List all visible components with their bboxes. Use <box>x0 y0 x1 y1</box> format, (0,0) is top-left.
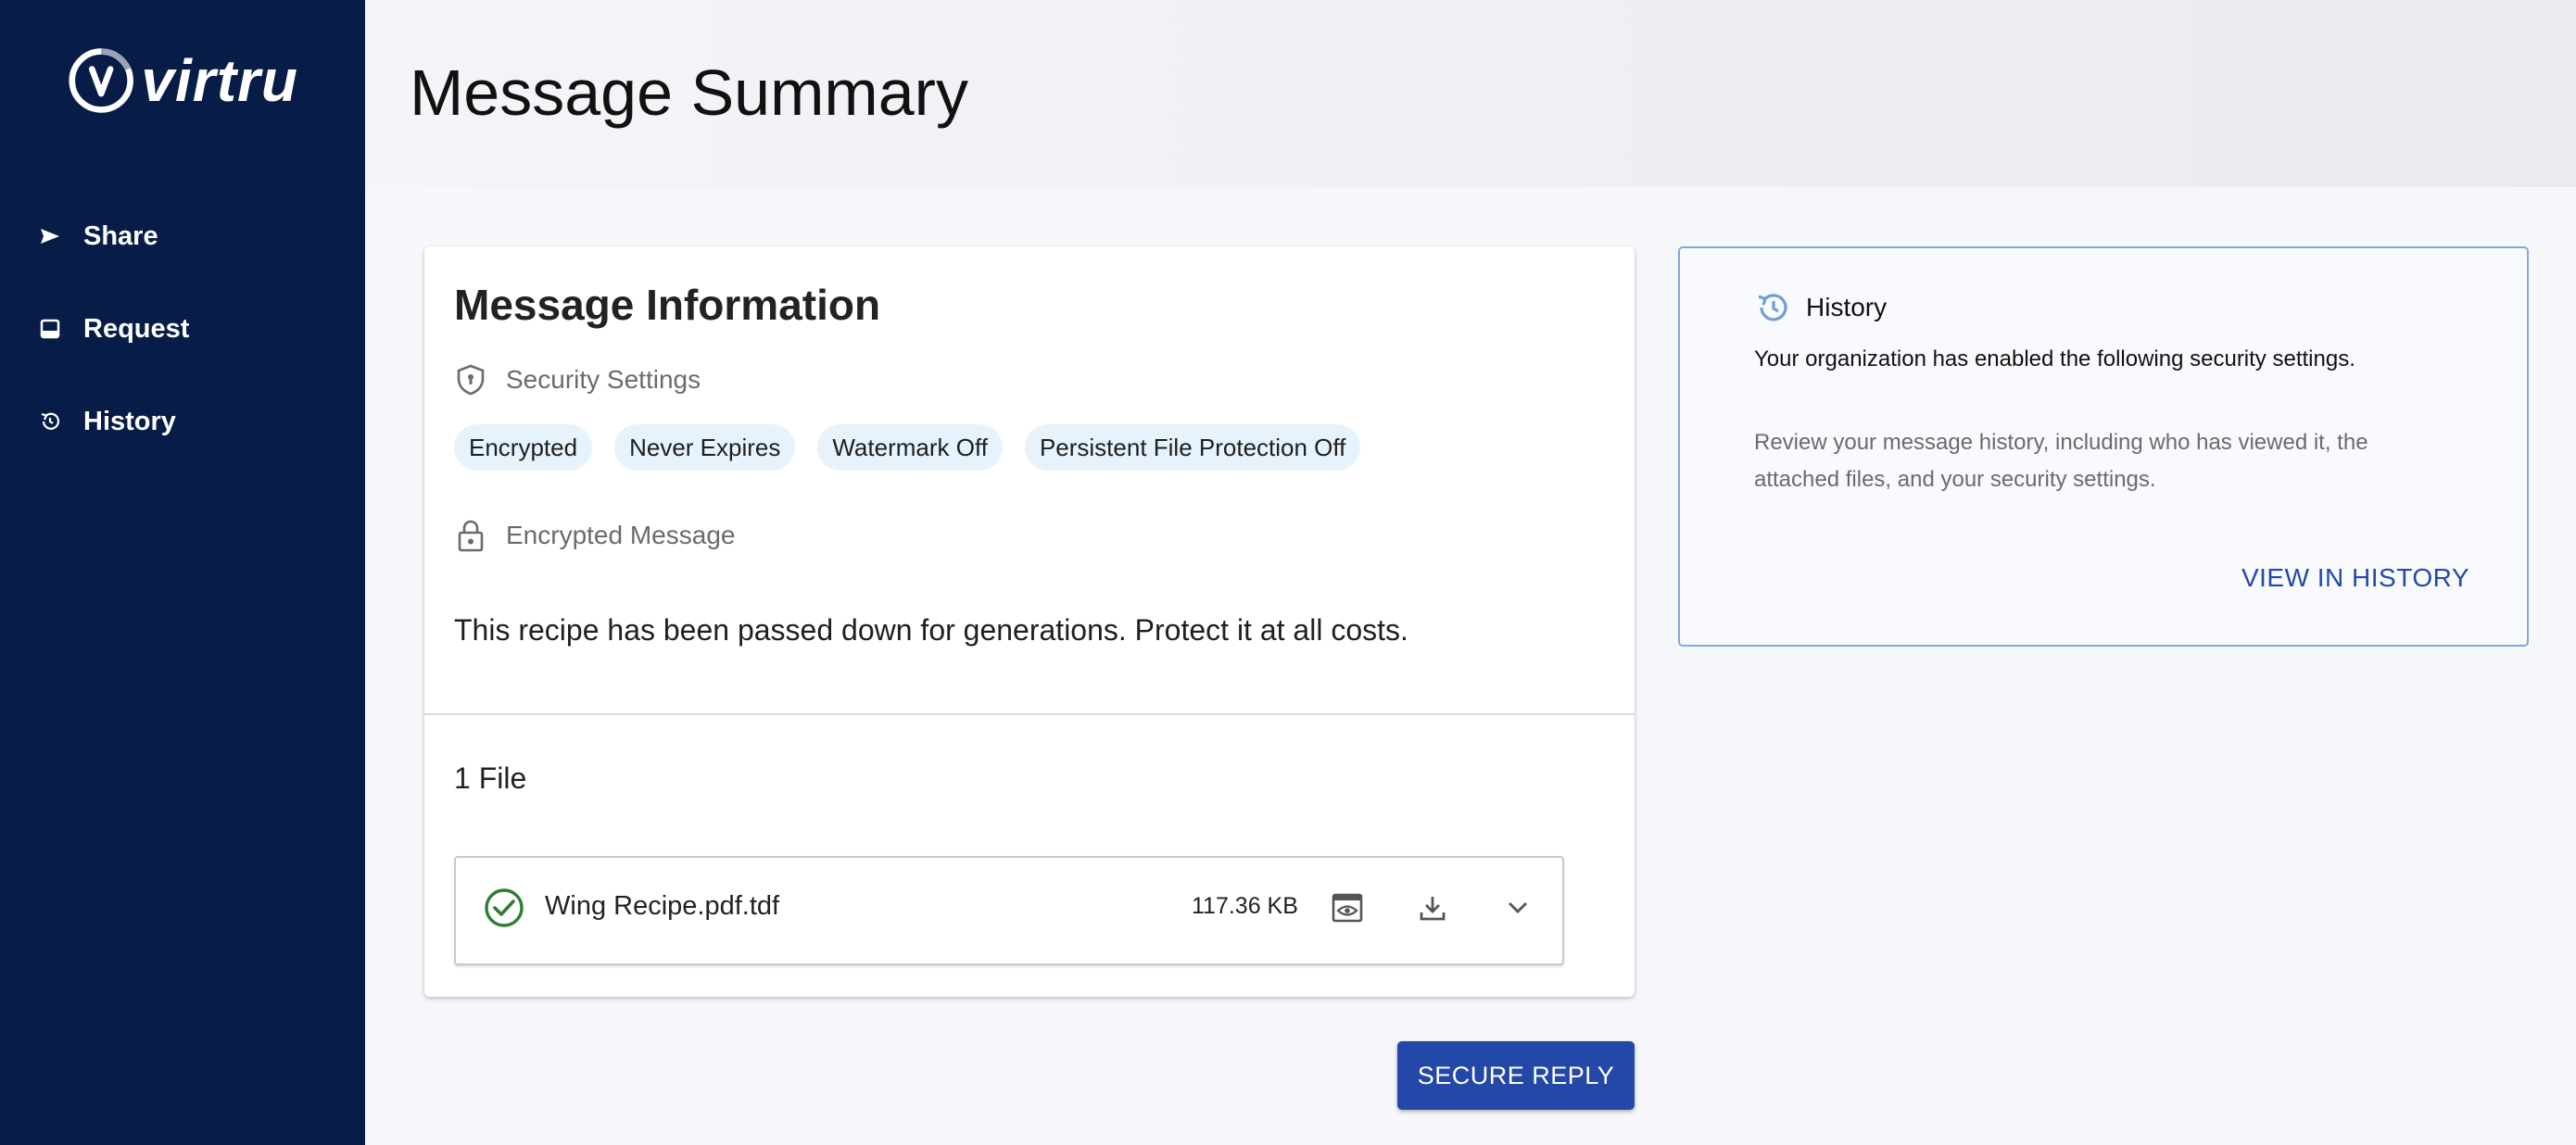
security-settings-label: Security Settings <box>506 365 701 394</box>
chevron-down-icon <box>1509 902 1527 913</box>
chip-never-expires: Never Expires <box>614 424 796 471</box>
history-detail: Review your message history, including w… <box>1754 430 2368 492</box>
app-root: virtru Share Request History Message Sum… <box>0 0 2576 1145</box>
sidebar-item-history[interactable]: History <box>37 394 334 449</box>
download-icon <box>1420 897 1446 921</box>
encrypted-message-label: Encrypted Message <box>506 521 736 549</box>
page-header: Message Summary <box>365 0 2576 187</box>
sidebar-item-label: History <box>83 406 176 436</box>
history-icon <box>1758 294 1787 321</box>
history-title: History <box>1806 293 1888 321</box>
history-icon <box>37 409 63 434</box>
history-description: Your organization has enabled the follow… <box>1754 346 2355 371</box>
history-heading: History <box>1754 289 1887 326</box>
sidebar-item-label: Request <box>83 313 190 344</box>
virtru-logo-icon <box>69 48 133 113</box>
file-size: 117.36 KB <box>1192 893 1298 919</box>
preview-icon <box>1332 893 1363 923</box>
lock-icon <box>454 519 487 552</box>
files-count: 1 File <box>454 761 527 795</box>
check-circle-icon <box>485 888 524 927</box>
sidebar-item-share[interactable]: Share <box>37 208 334 264</box>
security-settings-heading: Security Settings <box>454 363 701 396</box>
chip-encrypted: Encrypted <box>454 424 593 471</box>
send-icon <box>37 223 63 249</box>
expand-button[interactable] <box>1496 886 1540 930</box>
message-information-card: Message Information Security Settings En… <box>424 246 1635 997</box>
secure-reply-button[interactable]: SECURE REPLY <box>1397 1041 1635 1110</box>
history-card: History Your organization has enabled th… <box>1678 246 2529 647</box>
encrypted-message-heading: Encrypted Message <box>454 519 735 552</box>
brand-logo[interactable]: virtru <box>67 39 298 122</box>
view-in-history-button[interactable]: VIEW IN HISTORY <box>2229 550 2469 606</box>
brand-name: virtru <box>141 47 298 114</box>
sidebar: virtru Share Request History <box>0 0 365 1145</box>
divider <box>424 713 1635 715</box>
file-row[interactable]: Wing Recipe.pdf.tdf 117.36 KB <box>454 856 1564 965</box>
card-title: Message Information <box>454 281 881 329</box>
security-chips: Encrypted Never Expires Watermark Off Pe… <box>454 424 1361 471</box>
sidebar-item-label: Share <box>83 220 158 251</box>
chip-watermark: Watermark Off <box>817 424 1003 471</box>
preview-button[interactable] <box>1325 886 1370 930</box>
message-body: This recipe has been passed down for gen… <box>454 613 1408 647</box>
chip-persistent-protection: Persistent File Protection Off <box>1024 424 1361 471</box>
download-button[interactable] <box>1410 886 1455 930</box>
file-name: Wing Recipe.pdf.tdf <box>545 891 780 921</box>
sidebar-item-request[interactable]: Request <box>37 301 334 357</box>
inbox-icon <box>37 316 63 342</box>
page-title: Message Summary <box>410 57 968 129</box>
shield-icon <box>454 363 487 396</box>
